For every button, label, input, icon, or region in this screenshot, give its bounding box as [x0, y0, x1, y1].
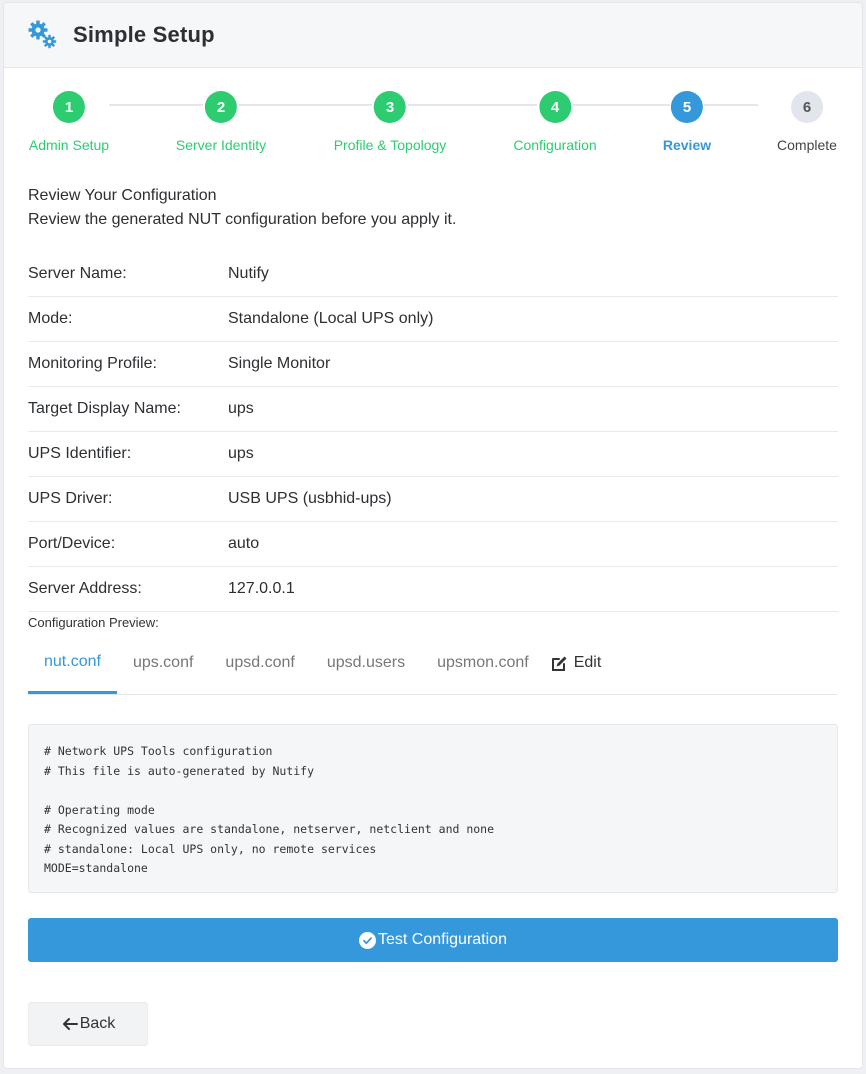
summary-row: Monitoring Profile: Single Monitor [28, 342, 838, 387]
step-number: 2 [204, 91, 237, 123]
back-button[interactable]: Back [28, 1002, 148, 1046]
summary-key: UPS Driver: [28, 490, 113, 507]
tab-nut-conf[interactable]: nut.conf [28, 646, 117, 694]
summary-row: Target Display Name: ups [28, 387, 838, 432]
step-number: 3 [374, 91, 406, 123]
step-configuration[interactable]: 4 Configuration [513, 91, 597, 153]
step-number: 1 [52, 91, 85, 123]
summary-row: Mode: Standalone (Local UPS only) [28, 297, 838, 342]
step-complete: 6 Complete [777, 91, 837, 153]
gears-icon [28, 20, 57, 49]
summary-key: Mode: [28, 310, 73, 327]
summary-row: Port/Device: auto [28, 522, 838, 567]
summary-key: Target Display Name: [28, 400, 181, 417]
edit-button[interactable]: Edit [545, 646, 618, 694]
page-title: Simple Setup [73, 22, 215, 47]
summary-key: Server Address: [28, 580, 142, 597]
step-label: Review [662, 137, 712, 153]
tab-ups-conf[interactable]: ups.conf [117, 646, 209, 694]
step-number: 6 [790, 91, 823, 123]
summary-value: Nutify [228, 265, 269, 282]
tab-upsd-conf[interactable]: upsd.conf [209, 646, 310, 694]
summary-row: UPS Identifier: ups [28, 432, 838, 477]
section-title: Review Your Configuration [28, 187, 217, 204]
step-label: Server Identity [175, 137, 267, 153]
summary-value: ups [228, 400, 254, 417]
step-label: Complete [777, 137, 837, 153]
config-file-tabs: nut.conf ups.conf upsd.conf upsd.users u… [28, 647, 838, 695]
config-code-preview: # Network UPS Tools configuration # This… [28, 724, 838, 893]
step-review[interactable]: 5 Review [663, 91, 711, 153]
back-label: Back [79, 1015, 116, 1032]
section-description: Review the generated NUT configuration b… [28, 211, 457, 228]
summary-value: ups [228, 445, 254, 462]
summary-value: auto [228, 535, 260, 552]
summary-key: Server Name: [28, 265, 127, 282]
step-number: 5 [671, 91, 703, 123]
summary-value: Standalone (Local UPS only) [228, 310, 434, 327]
step-label: Admin Setup [28, 137, 110, 153]
arrow-left-icon [62, 1018, 78, 1030]
summary-value: 127.0.0.1 [228, 580, 295, 597]
summary-key: Monitoring Profile: [28, 355, 157, 372]
step-number: 4 [539, 91, 571, 123]
tab-upsmon-conf[interactable]: upsmon.conf [421, 646, 545, 694]
card-header: Simple Setup [4, 3, 862, 68]
review-content: Review Your Configuration Review the gen… [28, 184, 838, 1046]
step-label: Configuration [513, 137, 597, 153]
step-label: Profile & Topology [333, 137, 447, 153]
summary-row: Server Name: Nutify [28, 252, 838, 297]
test-configuration-button[interactable]: Test Configuration [28, 918, 838, 962]
preview-label: Configuration Preview: [28, 615, 159, 630]
summary-row: UPS Driver: USB UPS (usbhid-ups) [28, 477, 838, 522]
stepper: 1 Admin Setup 2 Server Identity 3 Profil… [0, 91, 860, 161]
edit-label: Edit [573, 654, 602, 671]
summary-key: Port/Device: [28, 535, 116, 552]
step-server-identity[interactable]: 2 Server Identity [176, 91, 266, 153]
step-profile-topology[interactable]: 3 Profile & Topology [333, 91, 447, 153]
tab-upsd-users[interactable]: upsd.users [311, 646, 421, 694]
summary-value: Single Monitor [228, 355, 331, 372]
step-admin-setup[interactable]: 1 Admin Setup [29, 91, 109, 153]
edit-icon [551, 656, 567, 671]
check-circle-icon [359, 931, 377, 949]
summary-row: Server Address: 127.0.0.1 [28, 567, 838, 612]
summary-key: UPS Identifier: [28, 445, 132, 462]
summary-value: USB UPS (usbhid-ups) [228, 490, 392, 507]
config-summary: Server Name: Nutify Mode: Standalone (Lo… [28, 252, 838, 612]
test-configuration-label: Test Configuration [378, 931, 507, 948]
